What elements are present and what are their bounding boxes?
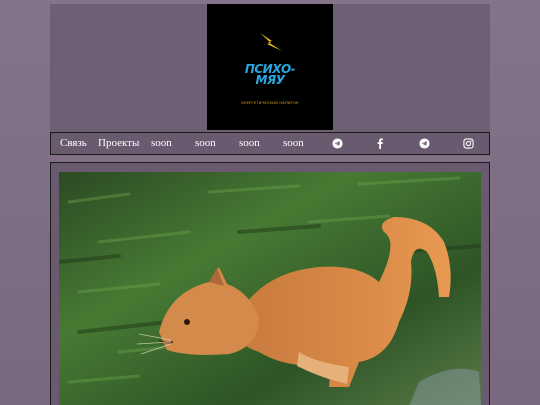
brand-name: ПСИХО- МЯУ (207, 63, 333, 87)
instagram-glyph (462, 138, 474, 149)
nav-item-soon-4[interactable]: soon (283, 133, 304, 154)
nav-bar: Связь Проекты soon soon soon soon (50, 132, 490, 155)
lightning-bolt-icon (260, 33, 282, 51)
logo[interactable]: ПСИХО- МЯУ ЭНЕРГЕТИЧЕСКИЙ НАПИТОК (207, 4, 333, 130)
nav-item-soon-2[interactable]: soon (195, 133, 216, 154)
telegram-glyph (331, 138, 343, 149)
page: ПСИХО- МЯУ ЭНЕРГЕТИЧЕСКИЙ НАПИТОК Связь … (0, 0, 540, 405)
running-cat-image (59, 172, 481, 405)
cat-photo (59, 172, 481, 405)
instagram-icon[interactable] (461, 133, 475, 154)
brand-line-2: МЯУ (255, 73, 285, 87)
telegram-icon[interactable] (417, 133, 431, 154)
nav-item-contact[interactable]: Связь (60, 133, 87, 154)
brand-tagline: ЭНЕРГЕТИЧЕСКИЙ НАПИТОК (241, 101, 299, 105)
facebook-icon[interactable] (373, 133, 387, 154)
telegram-icon[interactable] (330, 133, 344, 154)
facebook-glyph (377, 138, 383, 149)
nav-item-soon-1[interactable]: soon (151, 133, 172, 154)
nav-item-projects[interactable]: Проекты (98, 133, 139, 154)
nav-item-soon-3[interactable]: soon (239, 133, 260, 154)
content-panel (50, 162, 490, 405)
telegram-glyph (418, 138, 430, 149)
